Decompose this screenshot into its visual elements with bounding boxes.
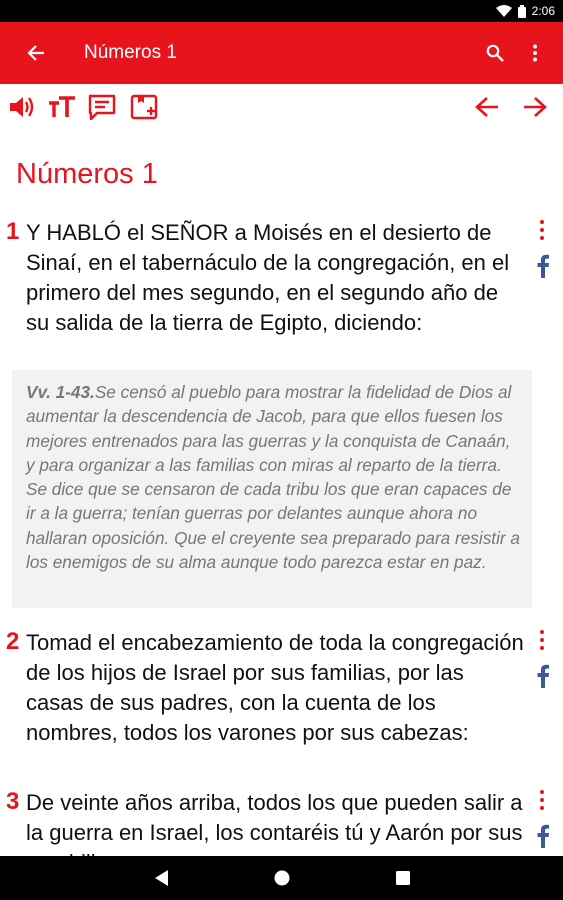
nav-home-icon[interactable] [272, 868, 292, 888]
chapter-content[interactable]: Números 1 1 Y HABLÓ el SEÑOR a Moisés en… [0, 130, 563, 856]
verse-text[interactable]: De veinte años arriba, todos los que pue… [26, 788, 526, 856]
system-nav-bar [0, 856, 563, 900]
add-bookmark-icon [130, 94, 158, 120]
comment-icon [88, 94, 116, 120]
verse-item[interactable]: 3 De veinte años arriba, todos los que p… [6, 788, 549, 856]
facebook-share-icon[interactable] [536, 254, 550, 278]
battery-icon [517, 4, 526, 18]
status-bar: 2:06 [0, 0, 563, 22]
verse-options-button[interactable] [536, 790, 548, 810]
more-vert-icon [540, 630, 544, 634]
more-vert-icon [540, 790, 544, 794]
search-button[interactable] [479, 37, 511, 69]
commentary-reference: Vv. 1-43. [26, 382, 95, 402]
arrow-right-icon [524, 97, 547, 117]
volume-icon [10, 97, 34, 117]
verse-number: 2 [6, 628, 20, 655]
wifi-icon [495, 5, 512, 17]
back-button[interactable] [22, 39, 50, 67]
facebook-share-icon[interactable] [536, 664, 550, 688]
arrow-left-icon [475, 97, 498, 117]
more-vert-icon [540, 220, 544, 224]
listen-button[interactable] [4, 89, 40, 125]
verse-options-button[interactable] [536, 220, 548, 240]
text-size-button[interactable] [44, 89, 80, 125]
reader-toolbar [0, 86, 563, 128]
text-size-icon [49, 96, 75, 117]
arrow-back-icon [27, 45, 44, 61]
verse-item[interactable]: 2 Tomad el encabezamiento de toda la con… [6, 628, 549, 748]
next-chapter-button[interactable] [517, 89, 553, 125]
app-bar: Números 1 [0, 22, 563, 84]
overflow-menu-button[interactable] [519, 37, 551, 69]
previous-chapter-button[interactable] [469, 89, 505, 125]
chapter-title: Números 1 [16, 158, 158, 190]
verse-number: 1 [6, 218, 20, 245]
commentary-text: Se censó al pueblo para mostrar la fidel… [26, 382, 520, 573]
nav-recents-icon[interactable] [394, 868, 412, 888]
verse-number: 3 [6, 788, 20, 815]
app-title: Números 1 [84, 42, 177, 63]
search-icon [486, 44, 504, 62]
verse-options-button[interactable] [536, 630, 548, 650]
facebook-share-icon[interactable] [536, 824, 550, 848]
comments-button[interactable] [84, 89, 120, 125]
bookmark-add-button[interactable] [126, 89, 162, 125]
commentary-box: Vv. 1-43.Se censó al pueblo para mostrar… [12, 370, 532, 608]
status-time: 2:06 [531, 4, 555, 18]
verse-item[interactable]: 1 Y HABLÓ el SEÑOR a Moisés en el desier… [6, 218, 549, 338]
verse-text[interactable]: Tomad el encabezamiento de toda la congr… [26, 628, 526, 748]
more-vert-icon [533, 44, 537, 62]
verse-text[interactable]: Y HABLÓ el SEÑOR a Moisés en el desierto… [26, 218, 526, 338]
nav-back-icon[interactable] [152, 868, 170, 888]
